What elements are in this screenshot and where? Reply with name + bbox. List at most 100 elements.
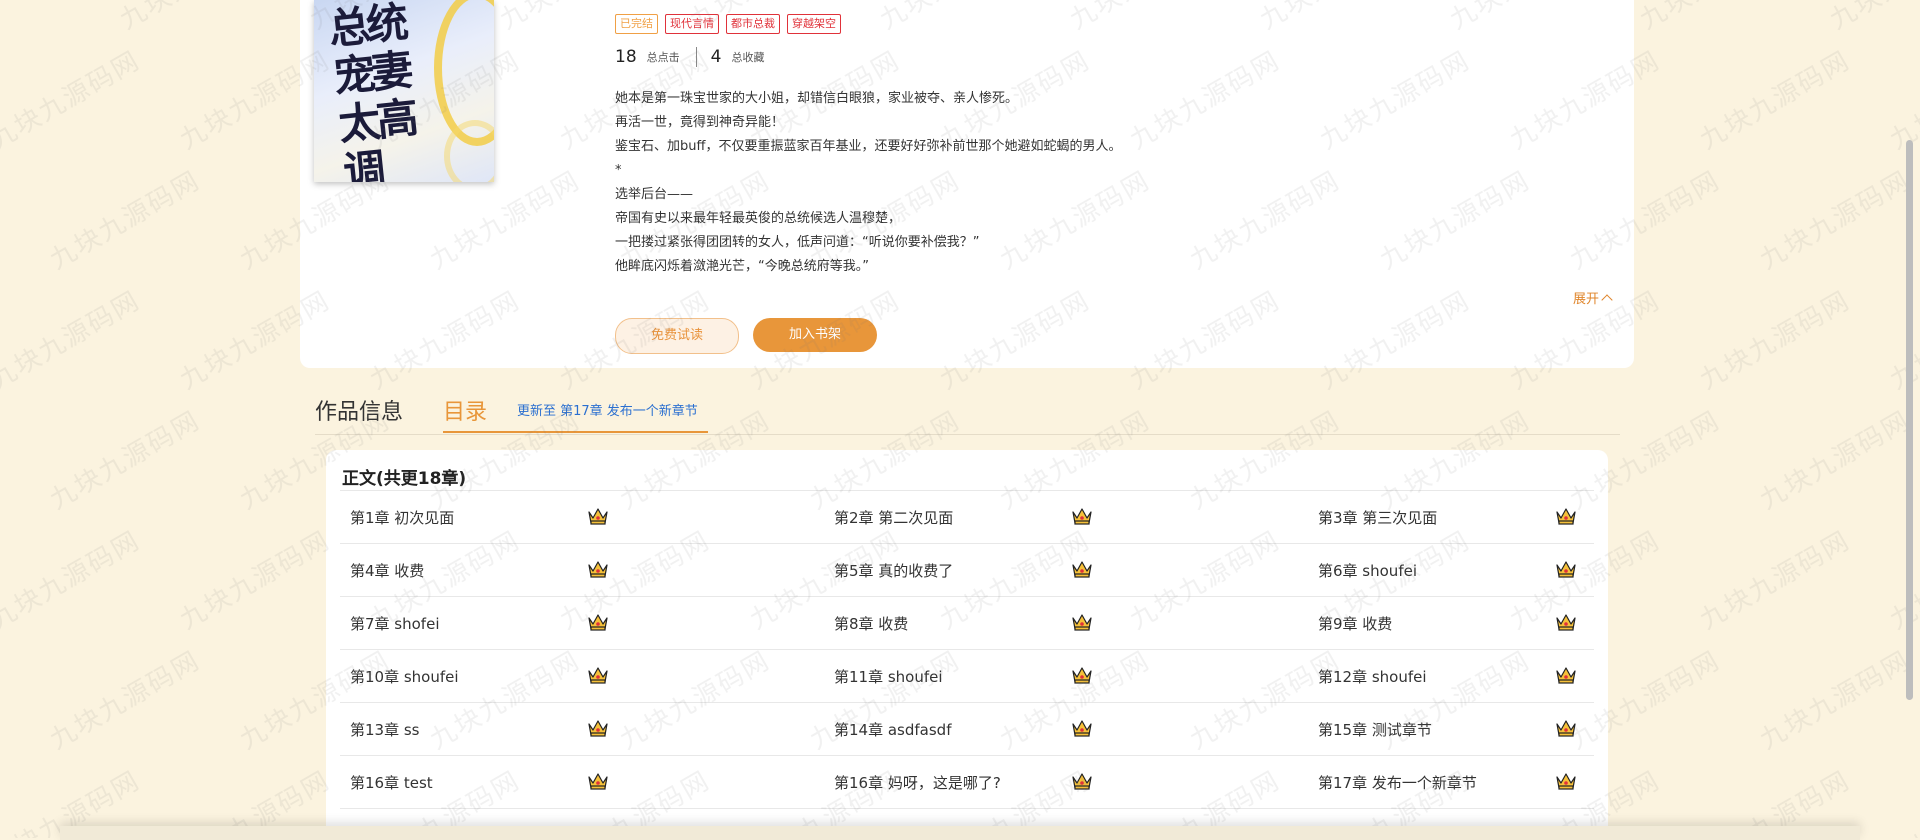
watermark-text: 九块九源码网 bbox=[0, 285, 146, 396]
chapter-title: 第6章 shoufei bbox=[1318, 562, 1417, 580]
description-line: 帝国有史以来最年轻最英俊的总统候选人温穆楚， bbox=[615, 211, 902, 226]
chapter-item[interactable]: 第16章 test bbox=[340, 756, 824, 808]
chapter-item[interactable]: 第10章 shoufei bbox=[340, 650, 824, 702]
chapter-item[interactable]: 第14章 asdfasdf bbox=[824, 703, 1308, 755]
vip-crown-icon bbox=[1555, 559, 1577, 579]
tag-genre[interactable]: 现代言情 bbox=[665, 14, 719, 34]
description-line: 他眸底闪烁着潋滟光芒，“今晚总统府等我。” bbox=[615, 259, 869, 274]
watermark-text: 九块九源码网 bbox=[0, 45, 146, 156]
vip-crown-icon bbox=[1555, 665, 1577, 685]
description-line: 一把搂过紧张得团团转的女人，低声问道：“听说你要补偿我？” bbox=[615, 235, 980, 250]
chapter-grid: 第1章 初次见面 第2章 第二次见面 第3章 第三次见面第4章 收费 第5章 真的收费… bbox=[340, 490, 1594, 809]
tag-genre[interactable]: 都市总裁 bbox=[726, 14, 780, 34]
chapter-item[interactable]: 第12章 shoufei bbox=[1308, 650, 1594, 702]
watermark-text: 九块九源码网 bbox=[1632, 0, 1796, 37]
vip-crown-icon bbox=[587, 559, 609, 579]
vip-crown-icon bbox=[1071, 771, 1093, 791]
chapter-item[interactable]: 第13章 ss bbox=[340, 703, 824, 755]
chapter-title: 第9章 收费 bbox=[1318, 615, 1393, 633]
vip-crown-icon bbox=[587, 612, 609, 632]
vip-crown-icon bbox=[1555, 612, 1577, 632]
cover-title-art: 总统宠妻太高调 bbox=[326, 0, 417, 182]
vip-crown-icon bbox=[1555, 771, 1577, 791]
add-to-shelf-button[interactable]: 加入书架 bbox=[753, 318, 877, 352]
tag-genre[interactable]: 穿越架空 bbox=[787, 14, 841, 34]
chapter-item[interactable]: 第16章 妈呀，这是哪了? bbox=[824, 756, 1308, 808]
chapter-item[interactable]: 第5章 真的收费了 bbox=[824, 544, 1308, 596]
clicks-label: 总点击 bbox=[646, 51, 680, 64]
tab-toc[interactable]: 目录 bbox=[443, 394, 487, 426]
watermark-text: 九块九源码网 bbox=[45, 405, 206, 516]
tab-book-info[interactable]: 作品信息 bbox=[315, 394, 403, 426]
stats-divider bbox=[695, 47, 697, 67]
expand-label: 展开 bbox=[1573, 292, 1600, 307]
content-tabs: 作品信息 目录 更新至 第17章 发布一个新章节 bbox=[315, 390, 1620, 435]
description-line: * bbox=[615, 163, 622, 178]
book-stats: 18 总点击 4 总收藏 bbox=[615, 47, 764, 67]
chapter-title: 第12章 shoufei bbox=[1318, 668, 1427, 686]
watermark-text: 九块九源码网 bbox=[45, 165, 206, 276]
expand-toggle[interactable]: 展开 bbox=[1573, 288, 1613, 307]
chapter-title: 第11章 shoufei bbox=[834, 668, 943, 686]
watermark-text: 九块九源码网 bbox=[1755, 405, 1916, 516]
favorites-count: 4 bbox=[710, 47, 722, 67]
chapter-item[interactable]: 第17章 发布一个新章节 bbox=[1308, 756, 1594, 808]
chevron-up-icon bbox=[1601, 293, 1613, 306]
chapter-item[interactable]: 第1章 初次见面 bbox=[340, 491, 824, 543]
chapter-title: 第7章 shofei bbox=[350, 615, 440, 633]
chapter-item[interactable]: 第6章 shoufei bbox=[1308, 544, 1594, 596]
scrollbar[interactable] bbox=[1906, 140, 1913, 700]
description-line: 鉴宝石、加buff，不仅要重振蓝家百年基业，还要好好弥补前世那个她避如蛇蝎的男人… bbox=[615, 139, 1122, 154]
watermark-text: 九块九源码网 bbox=[1695, 285, 1856, 396]
vip-crown-icon bbox=[1071, 665, 1093, 685]
description-line: 她本是第一珠宝世家的大小姐，却错信白眼狼，家业被夺、亲人惨死。 bbox=[615, 91, 1019, 106]
watermark-text: 九块九源码网 bbox=[1885, 525, 1920, 636]
vip-crown-icon bbox=[587, 665, 609, 685]
watermark-text: 九块九源码网 bbox=[1885, 765, 1920, 838]
clicks-count: 18 bbox=[615, 47, 637, 67]
chapter-item[interactable]: 第7章 shofei bbox=[340, 597, 824, 649]
chapter-item[interactable]: 第9章 收费 bbox=[1308, 597, 1594, 649]
chapter-row: 第1章 初次见面 第2章 第二次见面 第3章 第三次见面 bbox=[340, 490, 1594, 543]
watermark-text: 九块九源码网 bbox=[1695, 45, 1856, 156]
watermark-text: 九块九源码网 bbox=[1885, 285, 1920, 396]
toc-card: 正文(共更18章) 第1章 初次见面 第2章 第二次见面 第3章 第三次见面第4章 … bbox=[326, 450, 1608, 838]
chapter-item[interactable]: 第15章 测试章节 bbox=[1308, 703, 1594, 755]
chapter-row: 第16章 test 第16章 妈呀，这是哪了? 第17章 发布一个新章节 bbox=[340, 755, 1594, 808]
watermark-text: 九块九源码网 bbox=[0, 525, 146, 636]
vip-crown-icon bbox=[1555, 506, 1577, 526]
chapter-title: 第10章 shoufei bbox=[350, 668, 459, 686]
vip-crown-icon bbox=[587, 506, 609, 526]
tag-list: 已完结 现代言情 都市总裁 穿越架空 bbox=[615, 14, 841, 34]
chapter-item[interactable]: 第8章 收费 bbox=[824, 597, 1308, 649]
chapter-title: 第2章 第二次见面 bbox=[834, 509, 954, 527]
book-info-card: 总统宠妻太高调 已完结 现代言情 都市总裁 穿越架空 18 总点击 4 总收藏 … bbox=[300, 0, 1634, 368]
chapter-item[interactable]: 第11章 shoufei bbox=[824, 650, 1308, 702]
favorites-label: 总收藏 bbox=[731, 51, 765, 64]
chapter-title: 第8章 收费 bbox=[834, 615, 909, 633]
chapter-row: 第13章 ss 第14章 asdfasdf 第15章 测试章节 bbox=[340, 702, 1594, 755]
toc-title: 正文(共更18章) bbox=[342, 469, 467, 489]
vip-crown-icon bbox=[587, 771, 609, 791]
watermark-text: 九块九源码网 bbox=[175, 525, 336, 636]
watermark-text: 九块九源码网 bbox=[1885, 45, 1920, 156]
chapter-item[interactable]: 第4章 收费 bbox=[340, 544, 824, 596]
latest-update-link[interactable]: 更新至 第17章 发布一个新章节 bbox=[517, 400, 698, 419]
tag-status: 已完结 bbox=[615, 14, 658, 34]
watermark-text: 九块九源码网 bbox=[1755, 645, 1916, 756]
chapter-item[interactable]: 第3章 第三次见面 bbox=[1308, 491, 1594, 543]
chapter-title: 第14章 asdfasdf bbox=[834, 721, 952, 739]
chapter-item[interactable]: 第2章 第二次见面 bbox=[824, 491, 1308, 543]
watermark-text: 九块九源码网 bbox=[1755, 165, 1916, 276]
description-line: 选举后台—— bbox=[615, 187, 694, 202]
chapter-row: 第7章 shofei 第8章 收费 第9章 收费 bbox=[340, 596, 1594, 649]
chapter-title: 第5章 真的收费了 bbox=[834, 562, 954, 580]
watermark-text: 九块九源码网 bbox=[112, 0, 276, 37]
vip-crown-icon bbox=[1071, 718, 1093, 738]
watermark-text: 九块九源码网 bbox=[0, 0, 86, 37]
book-cover[interactable]: 总统宠妻太高调 bbox=[314, 0, 494, 182]
free-trial-button[interactable]: 免费试读 bbox=[615, 318, 739, 354]
chapter-row: 第10章 shoufei 第11章 shoufei 第12章 shoufei bbox=[340, 649, 1594, 702]
book-description: 她本是第一珠宝世家的大小姐，却错信白眼狼，家业被夺、亲人惨死。 再活一世，竟得到… bbox=[615, 87, 1315, 279]
chapter-title: 第3章 第三次见面 bbox=[1318, 509, 1438, 527]
